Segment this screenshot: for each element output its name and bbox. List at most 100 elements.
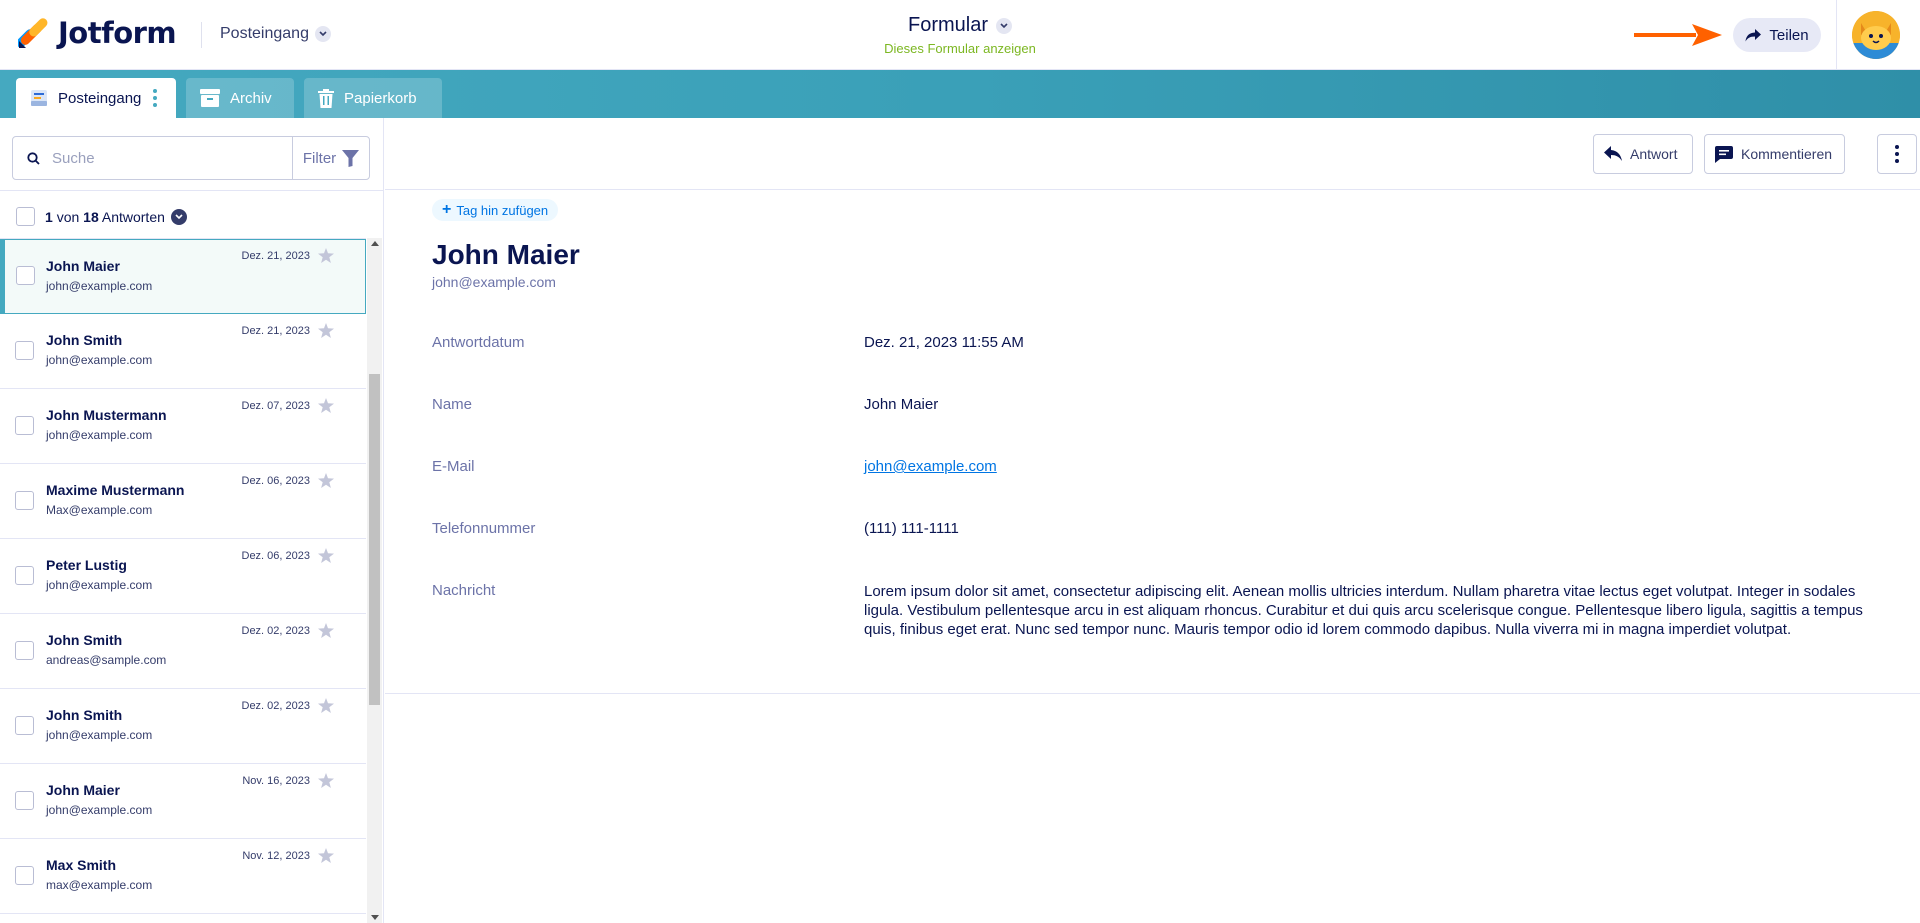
list-scrollbar[interactable] — [367, 238, 382, 923]
submission-date: Dez. 02, 2023 — [241, 700, 311, 712]
count-total: 18 — [83, 208, 99, 225]
submission-email: john@example.com — [46, 803, 153, 817]
add-tag-label: Tag hin zufügen — [456, 202, 549, 218]
filter-label: Filter — [302, 149, 337, 167]
field-value-response-date: Dez. 21, 2023 11:55 AM — [864, 334, 1024, 351]
submitter-name: John Maier — [432, 239, 580, 270]
submission-email: john@example.com — [46, 578, 153, 592]
jotform-logo[interactable]: Jotform — [16, 16, 177, 50]
user-avatar[interactable] — [1852, 11, 1900, 59]
avatar-divider — [1836, 0, 1837, 70]
inbox-switcher[interactable]: Posteingang — [220, 25, 331, 43]
search-bar: Filter — [12, 136, 370, 180]
row-checkbox[interactable] — [15, 866, 34, 885]
submission-row[interactable]: John Mustermann john@example.com Dez. 07… — [0, 389, 366, 464]
submission-name: Peter Lustig — [46, 557, 127, 573]
tab-options-icon[interactable] — [153, 89, 158, 107]
star-icon[interactable] — [318, 248, 334, 263]
tab-archiv[interactable]: Archiv — [186, 78, 294, 118]
row-checkbox[interactable] — [15, 416, 34, 435]
submission-row[interactable]: John Smith john@example.com Dez. 21, 202… — [0, 314, 366, 389]
star-icon[interactable] — [318, 398, 334, 413]
star-icon[interactable] — [318, 848, 334, 863]
reply-label: Antwort — [1630, 146, 1678, 162]
tabs-bar: Posteingang Archiv Papierkorb — [0, 70, 1920, 118]
submission-toolbar: Antwort Kommentieren — [385, 118, 1920, 190]
field-value-email-link[interactable]: john@example.com — [864, 458, 997, 475]
field-label-email: E-Mail — [432, 458, 475, 475]
filter-button[interactable]: Filter — [292, 137, 369, 179]
star-icon[interactable] — [318, 623, 334, 638]
row-checkbox[interactable] — [16, 266, 35, 285]
inbox-icon — [30, 89, 48, 107]
submission-row[interactable]: Maxime Mustermann Max@example.com Dez. 0… — [0, 464, 366, 539]
submission-name: Max Smith — [46, 857, 117, 873]
search-field[interactable] — [13, 137, 292, 179]
share-button[interactable]: Teilen — [1733, 18, 1821, 52]
more-options-button[interactable] — [1877, 134, 1917, 174]
tab-label: Papierkorb — [344, 89, 417, 107]
field-value-message: Lorem ipsum dolor sit amet, consectetur … — [864, 583, 1863, 638]
trash-icon — [318, 88, 334, 108]
row-checkbox[interactable] — [15, 491, 34, 510]
submission-email: john@example.com — [46, 428, 153, 442]
submission-row[interactable]: John Smith andreas@sample.com Dez. 02, 2… — [0, 614, 366, 689]
count-label: Antworten — [101, 208, 165, 225]
tab-label: Posteingang — [58, 89, 142, 107]
row-checkbox[interactable] — [15, 341, 34, 360]
submission-name: John Maier — [46, 782, 120, 798]
row-checkbox[interactable] — [15, 791, 34, 810]
star-icon[interactable] — [318, 698, 334, 713]
comment-button[interactable]: Kommentieren — [1704, 134, 1845, 174]
detail-divider — [385, 693, 1920, 694]
scrollbar-thumb[interactable] — [369, 374, 380, 705]
submission-row[interactable]: John Maier john@example.com Nov. 16, 202… — [0, 764, 366, 839]
brand-name: Jotform — [58, 16, 177, 50]
submission-name: John Smith — [46, 707, 123, 723]
submission-date: Dez. 21, 2023 — [241, 325, 311, 337]
share-icon — [1745, 28, 1762, 41]
tab-papierkorb[interactable]: Papierkorb — [304, 78, 442, 118]
chevron-down-icon[interactable] — [170, 208, 187, 225]
submission-date: Dez. 02, 2023 — [241, 625, 311, 637]
star-icon[interactable] — [318, 323, 334, 338]
header-divider — [201, 22, 202, 48]
field-label-phone: Telefonnummer — [432, 520, 536, 537]
archive-icon — [200, 89, 220, 107]
submission-date: Dez. 06, 2023 — [241, 475, 311, 487]
search-input[interactable] — [52, 149, 272, 167]
submissions-list: John Maier john@example.com Dez. 21, 202… — [0, 238, 366, 923]
submission-row[interactable]: John Smith john@example.com Dez. 02, 202… — [0, 689, 366, 764]
star-icon[interactable] — [318, 548, 334, 563]
comment-label: Kommentieren — [1741, 146, 1833, 162]
view-form-link[interactable]: Dieses Formular anzeigen — [860, 41, 1060, 56]
tab-label: Archiv — [230, 89, 272, 107]
reply-button[interactable]: Antwort — [1593, 134, 1693, 174]
submission-date: Nov. 12, 2023 — [242, 850, 310, 862]
row-checkbox[interactable] — [15, 716, 34, 735]
add-tag-button[interactable]: + Tag hin zufügen — [432, 199, 559, 221]
scroll-up-icon[interactable] — [371, 241, 379, 246]
submission-row[interactable]: John Maier john@example.com Dez. 21, 202… — [0, 239, 366, 314]
submission-email: john@example.com — [46, 353, 153, 367]
select-all-checkbox[interactable] — [16, 207, 35, 226]
search-icon — [27, 151, 40, 165]
count-of: von — [56, 208, 80, 225]
arrow-right-icon — [1634, 24, 1724, 51]
star-icon[interactable] — [318, 773, 334, 788]
tab-posteingang[interactable]: Posteingang — [16, 78, 176, 118]
scroll-down-icon[interactable] — [371, 915, 379, 920]
submission-name: John Mustermann — [46, 407, 167, 423]
field-value-phone: (111) 111-1111 — [864, 520, 959, 537]
jotform-logo-icon — [16, 17, 48, 49]
submission-row[interactable]: Peter Lustig john@example.com Dez. 06, 2… — [0, 539, 366, 614]
submitter-email: john@example.com — [432, 274, 556, 290]
row-checkbox[interactable] — [15, 566, 34, 585]
share-label: Teilen — [1769, 26, 1809, 44]
comment-icon — [1715, 145, 1733, 163]
form-title[interactable]: Formular — [908, 14, 1012, 37]
form-title-text: Formular — [907, 14, 988, 36]
submission-row[interactable]: Max Smith max@example.com Nov. 12, 2023 — [0, 839, 366, 914]
row-checkbox[interactable] — [15, 641, 34, 660]
star-icon[interactable] — [318, 473, 334, 488]
